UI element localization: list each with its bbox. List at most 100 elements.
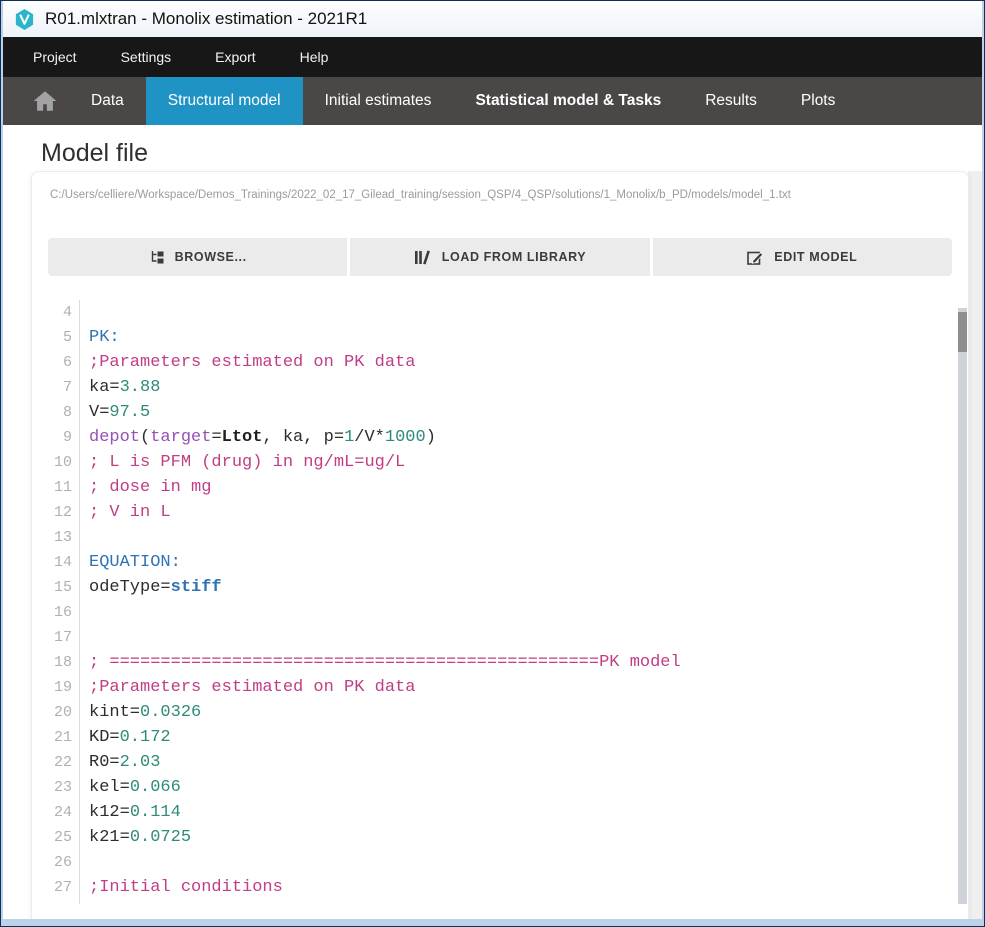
monolix-logo-icon: [13, 8, 36, 31]
edit-model-button-label: EDIT MODEL: [774, 250, 857, 264]
code-editor[interactable]: 45PK:6;Parameters estimated on PK data7k…: [32, 300, 968, 904]
code-line-11: 11; dose in mg: [32, 475, 968, 500]
line-number: 21: [32, 725, 80, 750]
line-number: 25: [32, 825, 80, 850]
line-number: 24: [32, 800, 80, 825]
line-number: 9: [32, 425, 80, 450]
code-line-5: 5PK:: [32, 325, 968, 350]
home-icon: [32, 89, 58, 113]
edit-pencil-icon: [747, 249, 764, 266]
menu-bar: Project Settings Export Help: [3, 37, 982, 77]
line-number: 11: [32, 475, 80, 500]
code-text: ;Parameters estimated on PK data: [80, 675, 415, 700]
code-line-23: 23kel=0.066: [32, 775, 968, 800]
code-text: ; L is PFM (drug) in ng/mL=ug/L: [80, 450, 405, 475]
code-line-20: 20kint=0.0326: [32, 700, 968, 725]
library-icon: [414, 250, 432, 265]
line-number: 4: [32, 300, 80, 325]
load-from-library-button-label: LOAD FROM LIBRARY: [442, 250, 586, 264]
code-text: ; V in L: [80, 500, 171, 525]
code-line-4: 4: [32, 300, 968, 325]
code-line-18: 18; ====================================…: [32, 650, 968, 675]
code-text: EQUATION:: [80, 550, 181, 575]
tab-statistical-model-tasks[interactable]: Statistical model & Tasks: [453, 77, 683, 125]
code-text: [80, 525, 89, 550]
line-number: 22: [32, 750, 80, 775]
code-text: odeType=stiff: [80, 575, 222, 600]
code-line-27: 27;Initial conditions: [32, 875, 968, 900]
code-line-10: 10; L is PFM (drug) in ng/mL=ug/L: [32, 450, 968, 475]
line-number: 28: [32, 900, 80, 904]
code-line-26: 26: [32, 850, 968, 875]
code-text: [80, 600, 89, 625]
browse-button-label: BROWSE...: [175, 250, 247, 264]
tab-plots[interactable]: Plots: [779, 77, 857, 125]
line-number: 19: [32, 675, 80, 700]
tab-bar: DataStructural modelInitial estimatesSta…: [3, 77, 982, 125]
code-text: ka=3.88: [80, 375, 160, 400]
menu-item-help[interactable]: Help: [300, 49, 329, 65]
title-bar: R01.mlxtran - Monolix estimation - 2021R…: [3, 1, 982, 37]
code-text: k21=0.0725: [80, 825, 191, 850]
code-text: ;Initial conditions: [80, 875, 283, 900]
code-line-24: 24k12=0.114: [32, 800, 968, 825]
line-number: 7: [32, 375, 80, 400]
line-number: 26: [32, 850, 80, 875]
code-line-15: 15odeType=stiff: [32, 575, 968, 600]
code-line-21: 21KD=0.172: [32, 725, 968, 750]
menu-item-project[interactable]: Project: [33, 49, 77, 65]
code-text: [80, 625, 89, 650]
code-line-14: 14EQUATION:: [32, 550, 968, 575]
menu-item-settings[interactable]: Settings: [121, 49, 172, 65]
tab-results[interactable]: Results: [683, 77, 779, 125]
window-title: R01.mlxtran - Monolix estimation - 2021R…: [45, 9, 367, 29]
window-frame: R01.mlxtran - Monolix estimation - 2021R…: [0, 0, 985, 927]
model-file-card: C:/Users/celliere/Workspace/Demos_Traini…: [31, 171, 969, 919]
code-text: ; ======================================…: [80, 650, 681, 675]
code-line-8: 8V=97.5: [32, 400, 968, 425]
code-line-28: 28t_0 = -100 ; estimation allows concent…: [32, 900, 968, 904]
code-text: kint=0.0326: [80, 700, 201, 725]
page-title: Model file: [41, 137, 982, 169]
code-line-16: 16: [32, 600, 968, 625]
load-from-library-button[interactable]: LOAD FROM LIBRARY: [350, 238, 649, 276]
line-number: 18: [32, 650, 80, 675]
line-number: 16: [32, 600, 80, 625]
line-number: 12: [32, 500, 80, 525]
code-text: ; dose in mg: [80, 475, 211, 500]
editor-scrollbar[interactable]: [958, 308, 967, 904]
line-number: 20: [32, 700, 80, 725]
code-line-22: 22R0=2.03: [32, 750, 968, 775]
line-number: 17: [32, 625, 80, 650]
line-number: 23: [32, 775, 80, 800]
code-text: kel=0.066: [80, 775, 181, 800]
line-number: 27: [32, 875, 80, 900]
browse-button[interactable]: BROWSE...: [48, 238, 347, 276]
code-text: ;Parameters estimated on PK data: [80, 350, 415, 375]
code-text: KD=0.172: [80, 725, 171, 750]
tab-home[interactable]: [21, 77, 69, 125]
code-line-19: 19;Parameters estimated on PK data: [32, 675, 968, 700]
app-window: R01.mlxtran - Monolix estimation - 2021R…: [3, 1, 982, 919]
line-number: 8: [32, 400, 80, 425]
code-text: [80, 300, 89, 325]
code-text: V=97.5: [80, 400, 150, 425]
main-content: Model file C:/Users/celliere/Workspace/D…: [3, 125, 982, 919]
scrollbar-thumb[interactable]: [958, 312, 967, 352]
tab-structural-model[interactable]: Structural model: [146, 77, 303, 125]
code-line-12: 12; V in L: [32, 500, 968, 525]
browse-tree-icon: [149, 249, 165, 265]
menu-item-export[interactable]: Export: [215, 49, 255, 65]
edit-model-button[interactable]: EDIT MODEL: [653, 238, 952, 276]
model-file-path: C:/Users/celliere/Workspace/Demos_Traini…: [50, 188, 950, 202]
page-background-strip: [968, 171, 982, 919]
code-text: depot(target=Ltot, ka, p=1/V*1000): [80, 425, 436, 450]
code-line-7: 7ka=3.88: [32, 375, 968, 400]
code-text: k12=0.114: [80, 800, 181, 825]
model-file-actions: BROWSE... LOAD FROM LI: [48, 238, 952, 276]
tab-data[interactable]: Data: [69, 77, 146, 125]
line-number: 6: [32, 350, 80, 375]
line-number: 14: [32, 550, 80, 575]
tab-initial-estimates[interactable]: Initial estimates: [303, 77, 454, 125]
code-text: PK:: [80, 325, 120, 350]
